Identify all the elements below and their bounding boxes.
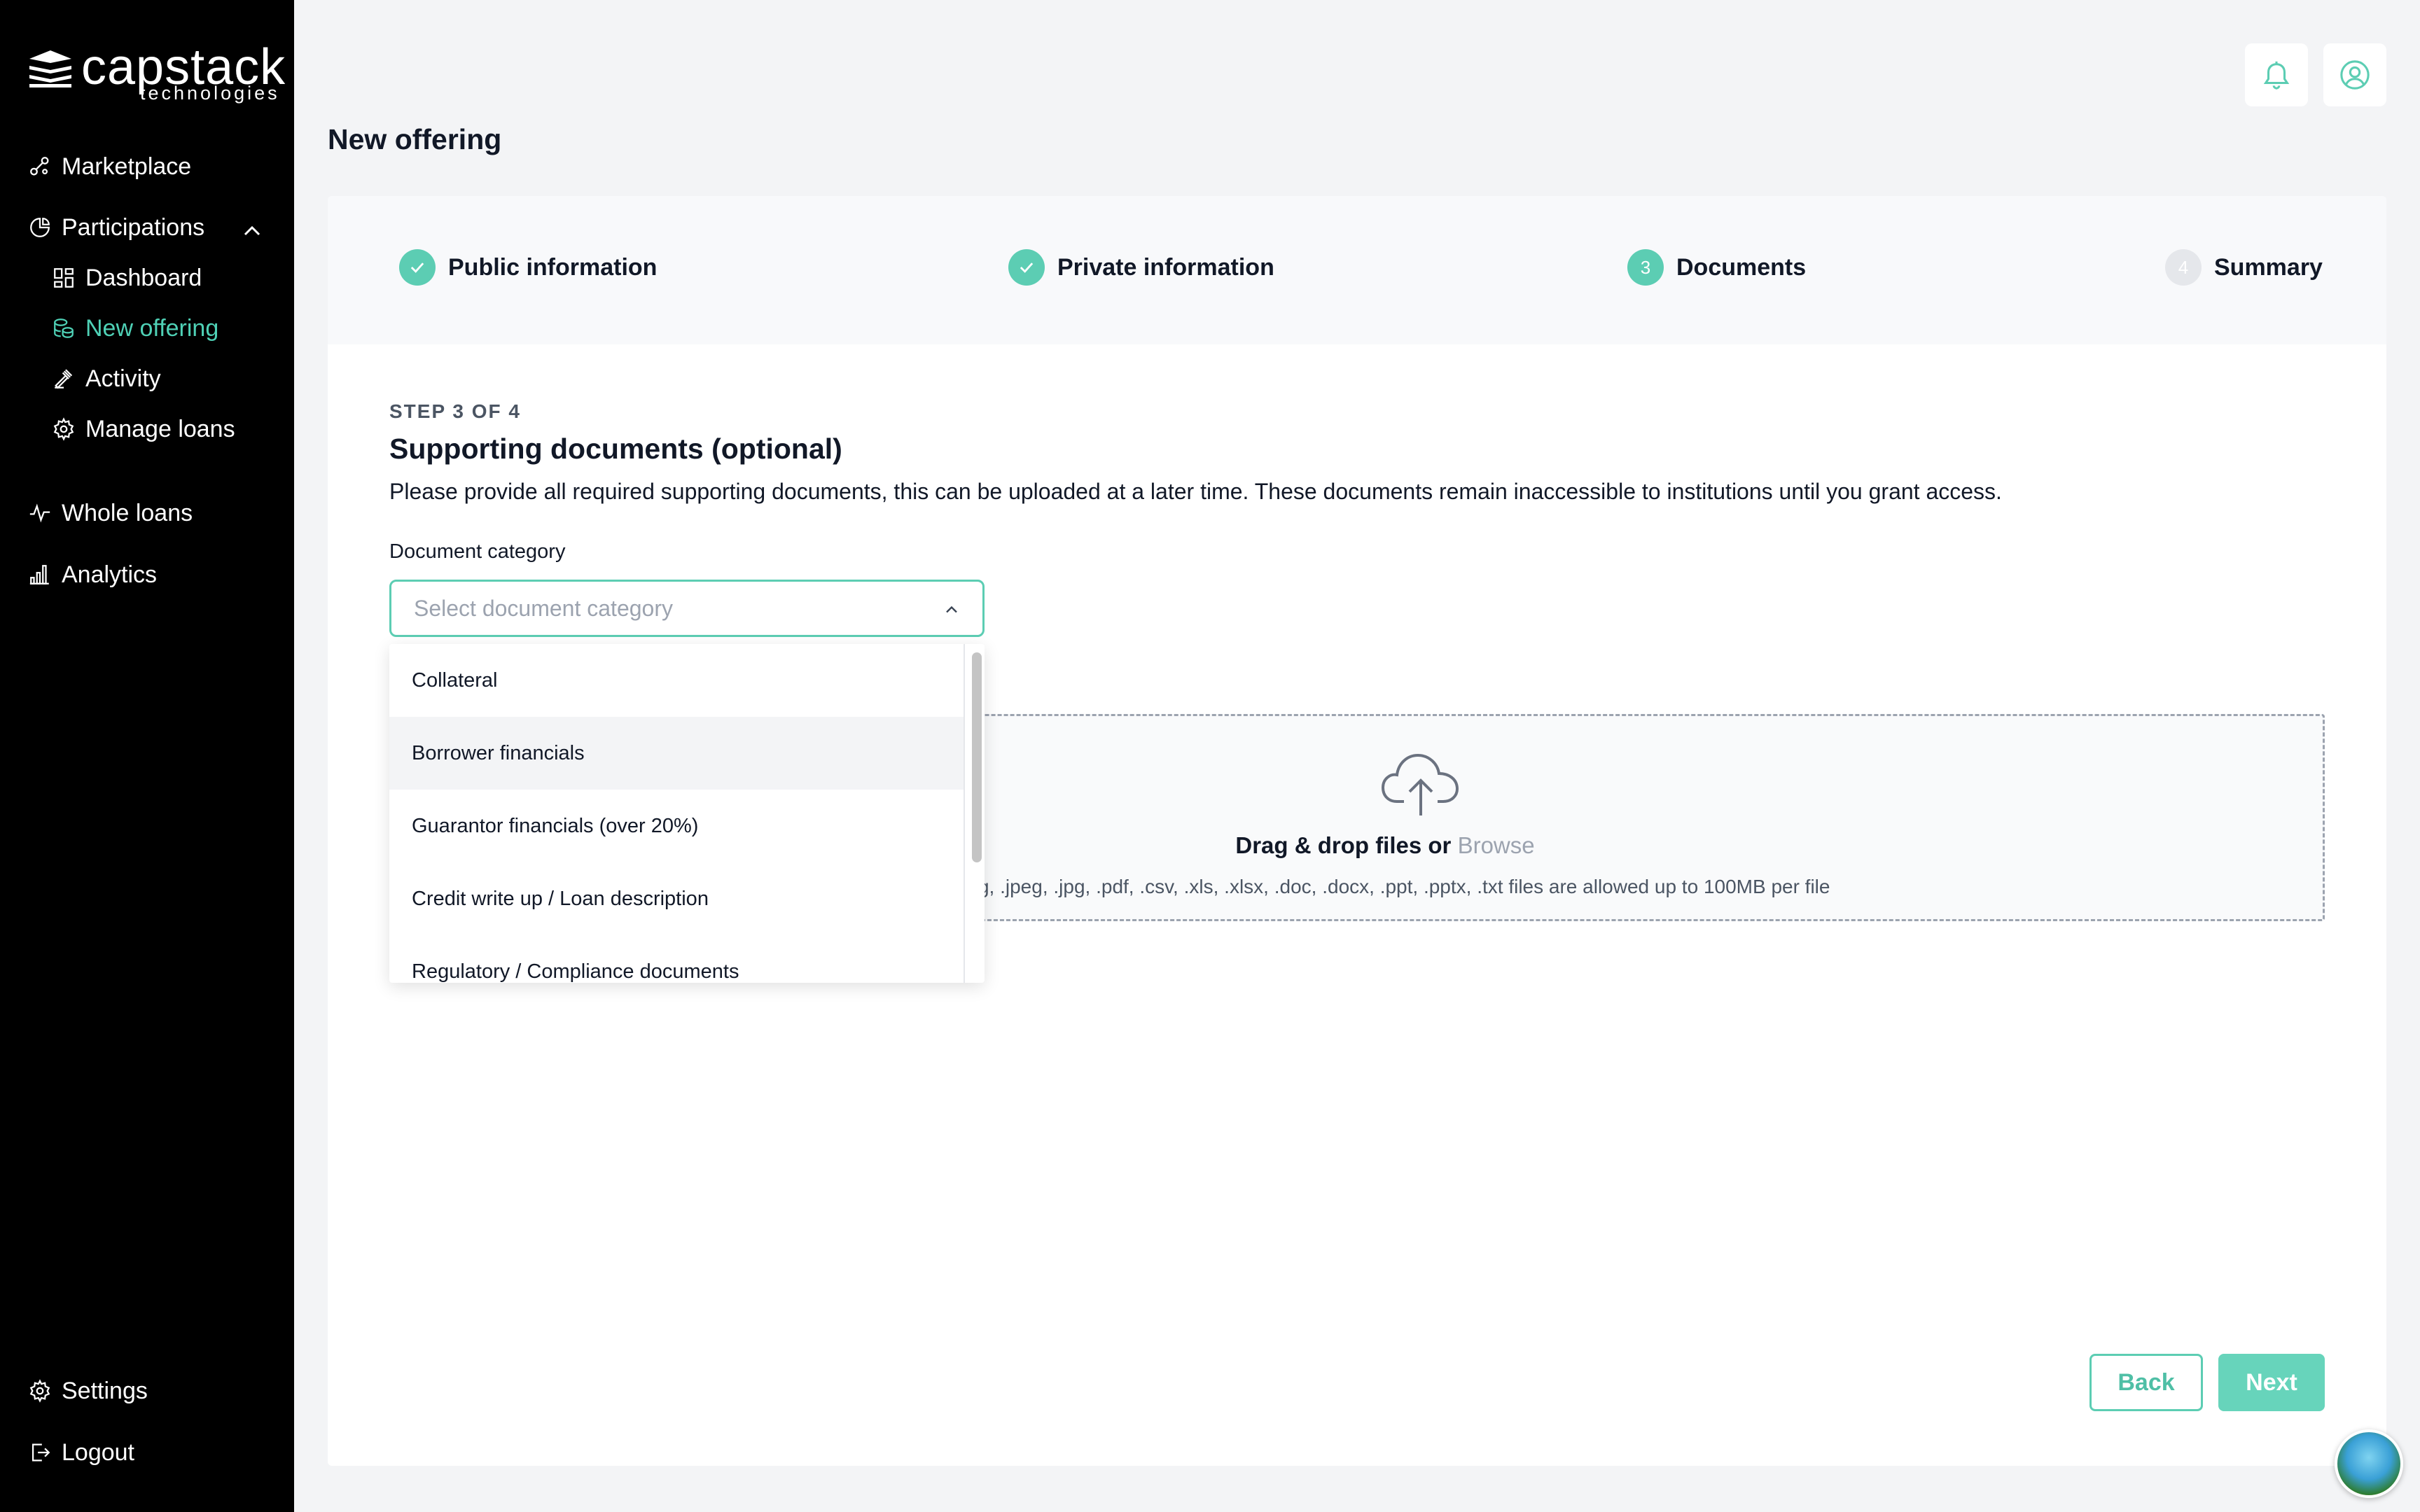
menu-scrolltrack	[964, 644, 965, 983]
sidebar: capstack technologies Marketplace Partic…	[0, 0, 294, 1512]
option-guarantor-financials[interactable]: Guarantor financials (over 20%)	[389, 790, 964, 862]
logout-icon	[32, 1443, 50, 1462]
menu-scrollbar[interactable]	[972, 652, 982, 862]
pulse-icon	[29, 503, 50, 523]
option-borrower-financials[interactable]: Borrower financials	[389, 717, 964, 790]
assistant-avatar[interactable]	[2335, 1429, 2403, 1498]
step-label: Public information	[448, 253, 658, 281]
stepper: Public information Private information 3…	[328, 196, 2386, 344]
document-category-menu: Collateral Borrower financials Guarantor…	[389, 644, 985, 983]
nav-marketplace[interactable]: Marketplace	[28, 149, 191, 184]
nav-activity-label: Activity	[85, 365, 161, 392]
step-documents[interactable]: 3 Documents	[1627, 249, 1806, 286]
nav-participations-label: Participations	[62, 214, 205, 241]
nav-dashboard[interactable]: Dashboard	[52, 260, 202, 295]
nav-dashboard-label: Dashboard	[85, 264, 202, 291]
step-public-information[interactable]: Public information	[399, 249, 657, 286]
option-regulatory-compliance[interactable]: Regulatory / Compliance documents	[389, 935, 964, 983]
step-check-icon	[1008, 249, 1045, 286]
next-button[interactable]: Next	[2218, 1354, 2325, 1411]
step-private-information[interactable]: Private information	[1008, 249, 1274, 286]
logo[interactable]: capstack technologies	[27, 39, 285, 109]
manage-gear-icon	[53, 417, 74, 441]
form-card: Public information Private information 3…	[328, 196, 2386, 1466]
nav-manage-loans-label: Manage loans	[85, 415, 235, 442]
step-summary[interactable]: 4 Summary	[2165, 249, 2323, 286]
section-description: Please provide all required supporting d…	[389, 479, 2002, 504]
select-placeholder: Select document category	[414, 595, 673, 621]
cloud-upload-icon	[1381, 753, 1459, 816]
coins-icon	[54, 318, 74, 338]
bell-icon	[2263, 61, 2290, 90]
page-title: New offering	[328, 123, 502, 155]
nav-whole-loans[interactable]: Whole loans	[28, 496, 193, 531]
step-label: Summary	[2214, 253, 2323, 281]
back-button[interactable]: Back	[2089, 1354, 2203, 1411]
step-counter: STEP 3 OF 4	[389, 400, 521, 422]
nav-logout-label: Logout	[62, 1438, 134, 1466]
nav-new-offering[interactable]: New offering	[52, 311, 218, 346]
chevron-up-icon[interactable]	[238, 217, 266, 245]
nav-settings[interactable]: Settings	[28, 1373, 148, 1408]
nav-new-offering-label: New offering	[85, 314, 219, 342]
nav-marketplace-label: Marketplace	[62, 153, 192, 180]
step-check-icon	[399, 249, 436, 286]
nav-participations[interactable]: Participations	[28, 210, 204, 245]
logo-subtitle: technologies	[140, 83, 280, 104]
step-number: 3	[1627, 249, 1664, 286]
step-number: 4	[2165, 249, 2202, 286]
chevron-up-icon	[946, 606, 957, 613]
document-category-select[interactable]: Select document category	[389, 580, 985, 637]
option-credit-write-up[interactable]: Credit write up / Loan description	[389, 862, 964, 935]
section-title: Supporting documents (optional)	[389, 433, 842, 465]
profile-button[interactable]	[2323, 43, 2386, 106]
nav-analytics[interactable]: Analytics	[28, 557, 157, 592]
dropzone-main-text: Drag & drop files or	[1235, 832, 1452, 858]
notifications-button[interactable]	[2245, 43, 2308, 106]
step-label: Documents	[1676, 253, 1807, 281]
dashboard-icon	[54, 268, 74, 288]
pie-chart-icon	[30, 218, 50, 237]
document-category-label: Document category	[389, 540, 566, 563]
nav-manage-loans[interactable]: Manage loans	[52, 412, 235, 447]
user-circle-icon	[2340, 60, 2370, 90]
nav-settings-label: Settings	[62, 1377, 148, 1404]
browse-link[interactable]: Browse	[1458, 832, 1535, 858]
nav-analytics-label: Analytics	[62, 561, 158, 588]
gear-icon	[29, 1379, 50, 1403]
logo-stack-icon	[29, 50, 71, 88]
nav-whole-loans-label: Whole loans	[62, 499, 193, 526]
step-label: Private information	[1057, 253, 1274, 281]
gavel-icon	[55, 369, 73, 389]
nav-activity[interactable]: Activity	[52, 361, 161, 396]
nav-logout[interactable]: Logout	[28, 1435, 134, 1470]
marketplace-icon	[30, 157, 49, 176]
bar-chart-icon	[29, 565, 49, 584]
option-collateral[interactable]: Collateral	[389, 644, 964, 717]
